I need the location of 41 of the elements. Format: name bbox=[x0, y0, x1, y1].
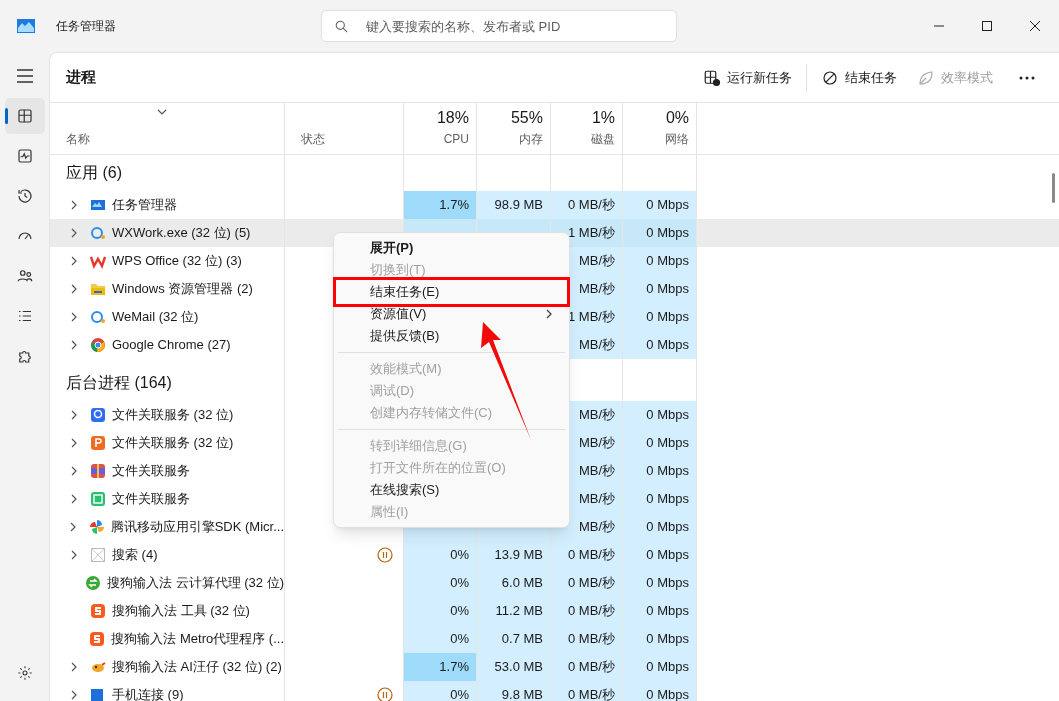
table-cell: 0 Mbps bbox=[623, 247, 697, 275]
table-cell: 98.9 MB bbox=[477, 191, 551, 219]
table-cell: 0% bbox=[404, 569, 477, 597]
table-cell: 0 Mbps bbox=[623, 513, 697, 541]
group-heading: 应用 (6) bbox=[66, 163, 122, 183]
table-cell: 0 Mbps bbox=[623, 331, 697, 359]
table-cell: 0 Mbps bbox=[623, 625, 697, 653]
table-cell: 0 MB/秒 bbox=[551, 541, 623, 569]
table-cell: 0 MB/秒 bbox=[551, 681, 623, 701]
table-cell: 11.2 MB bbox=[477, 597, 551, 625]
table-cell: 0.7 MB bbox=[477, 625, 551, 653]
table-cell: 0 Mbps bbox=[623, 429, 697, 457]
table-cell: 0 MB/秒 bbox=[551, 191, 623, 219]
table-cell: 0 Mbps bbox=[623, 401, 697, 429]
table-cell: 0 Mbps bbox=[623, 597, 697, 625]
table-cell: 6.0 MB bbox=[477, 569, 551, 597]
table-cell: 0 MB/秒 bbox=[551, 569, 623, 597]
table-cell: 0 Mbps bbox=[623, 275, 697, 303]
table-cell: 0 Mbps bbox=[623, 653, 697, 681]
page-title: 进程 bbox=[66, 67, 96, 88]
table-cell: 53.0 MB bbox=[477, 653, 551, 681]
table-cell: 0% bbox=[404, 681, 477, 701]
table-cell: 9.8 MB bbox=[477, 681, 551, 701]
table-cell: 0 Mbps bbox=[623, 485, 697, 513]
table-cell: 0 MB/秒 bbox=[551, 653, 623, 681]
table-cell: 0% bbox=[404, 541, 477, 569]
table-cell: 0 Mbps bbox=[623, 541, 697, 569]
window-title: 任务管理器 bbox=[56, 18, 116, 35]
table-cell: 0 MB/秒 bbox=[551, 625, 623, 653]
table-cell: 0 Mbps bbox=[623, 191, 697, 219]
table-cell: 0 Mbps bbox=[623, 219, 697, 247]
table-cell: 0 MB/秒 bbox=[551, 597, 623, 625]
table-cell: 0 Mbps bbox=[623, 303, 697, 331]
table-cell: 0 Mbps bbox=[623, 457, 697, 485]
table-cell: 0 Mbps bbox=[623, 569, 697, 597]
table-cell: 1.7% bbox=[404, 191, 477, 219]
table-cell: 0% bbox=[404, 625, 477, 653]
table-cell: 13.9 MB bbox=[477, 541, 551, 569]
group-heading: 后台进程 (164) bbox=[66, 373, 172, 393]
table-cell: 0% bbox=[404, 597, 477, 625]
table-cell: 1.7% bbox=[404, 653, 477, 681]
